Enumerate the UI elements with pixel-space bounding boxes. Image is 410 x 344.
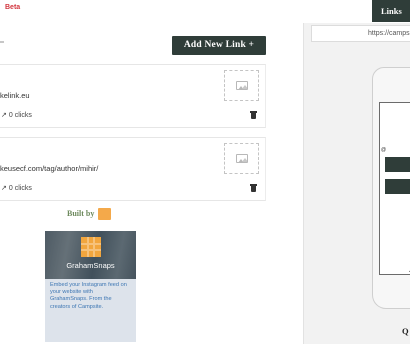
image-upload-placeholder[interactable] <box>224 70 259 101</box>
link-clicks-label: 0 clicks <box>8 185 32 192</box>
phone-frame: @ <box>372 67 410 309</box>
link-url[interactable]: kelink.eu <box>0 91 30 100</box>
preview-url[interactable]: https://camps <box>311 25 410 42</box>
link-card[interactable]: kelink.eu ↗ 0 clicks <box>0 64 266 128</box>
grahamsnaps-logo-icon <box>81 237 101 257</box>
image-upload-placeholder[interactable] <box>224 143 259 174</box>
built-by-label: Built by <box>67 209 95 218</box>
qr-heading: Q <box>402 326 409 336</box>
top-bar: Beta Links <box>0 0 410 23</box>
divider <box>0 41 4 43</box>
promo-name: GrahamSnaps <box>66 261 115 270</box>
link-clicks-label: 0 clicks <box>8 112 32 119</box>
trash-icon[interactable] <box>250 111 257 119</box>
image-icon <box>236 154 248 163</box>
link-clicks: ↗ 0 clicks <box>1 111 32 119</box>
chart-icon: ↗ <box>1 185 7 192</box>
chart-icon: ↗ <box>1 112 7 119</box>
beta-badge: Beta <box>5 4 21 11</box>
campsite-logo[interactable] <box>98 208 111 220</box>
link-clicks: ↗ 0 clicks <box>1 184 32 192</box>
links-editor: Add New Link + kelink.eu ↗ 0 clicks keuse… <box>0 23 303 344</box>
promo-description[interactable]: Embed your Instagram feed on your websit… <box>45 279 136 342</box>
preview-link-button[interactable] <box>385 179 410 194</box>
preview-link-button[interactable] <box>385 157 410 172</box>
phone-screen: @ <box>379 102 410 275</box>
preview-panel: https://camps @ Q <box>303 23 410 344</box>
link-card[interactable]: keusecf.com/tag/author/mihir/ ↗ 0 clicks <box>0 137 266 201</box>
image-icon <box>236 81 248 90</box>
avatar: @ <box>381 147 387 153</box>
link-url[interactable]: keusecf.com/tag/author/mihir/ <box>0 164 98 173</box>
promo-banner[interactable]: GrahamSnaps <box>45 231 136 279</box>
trash-icon[interactable] <box>250 184 257 192</box>
tab-links[interactable]: Links <box>372 0 410 22</box>
add-new-link-button[interactable]: Add New Link + <box>172 36 266 55</box>
